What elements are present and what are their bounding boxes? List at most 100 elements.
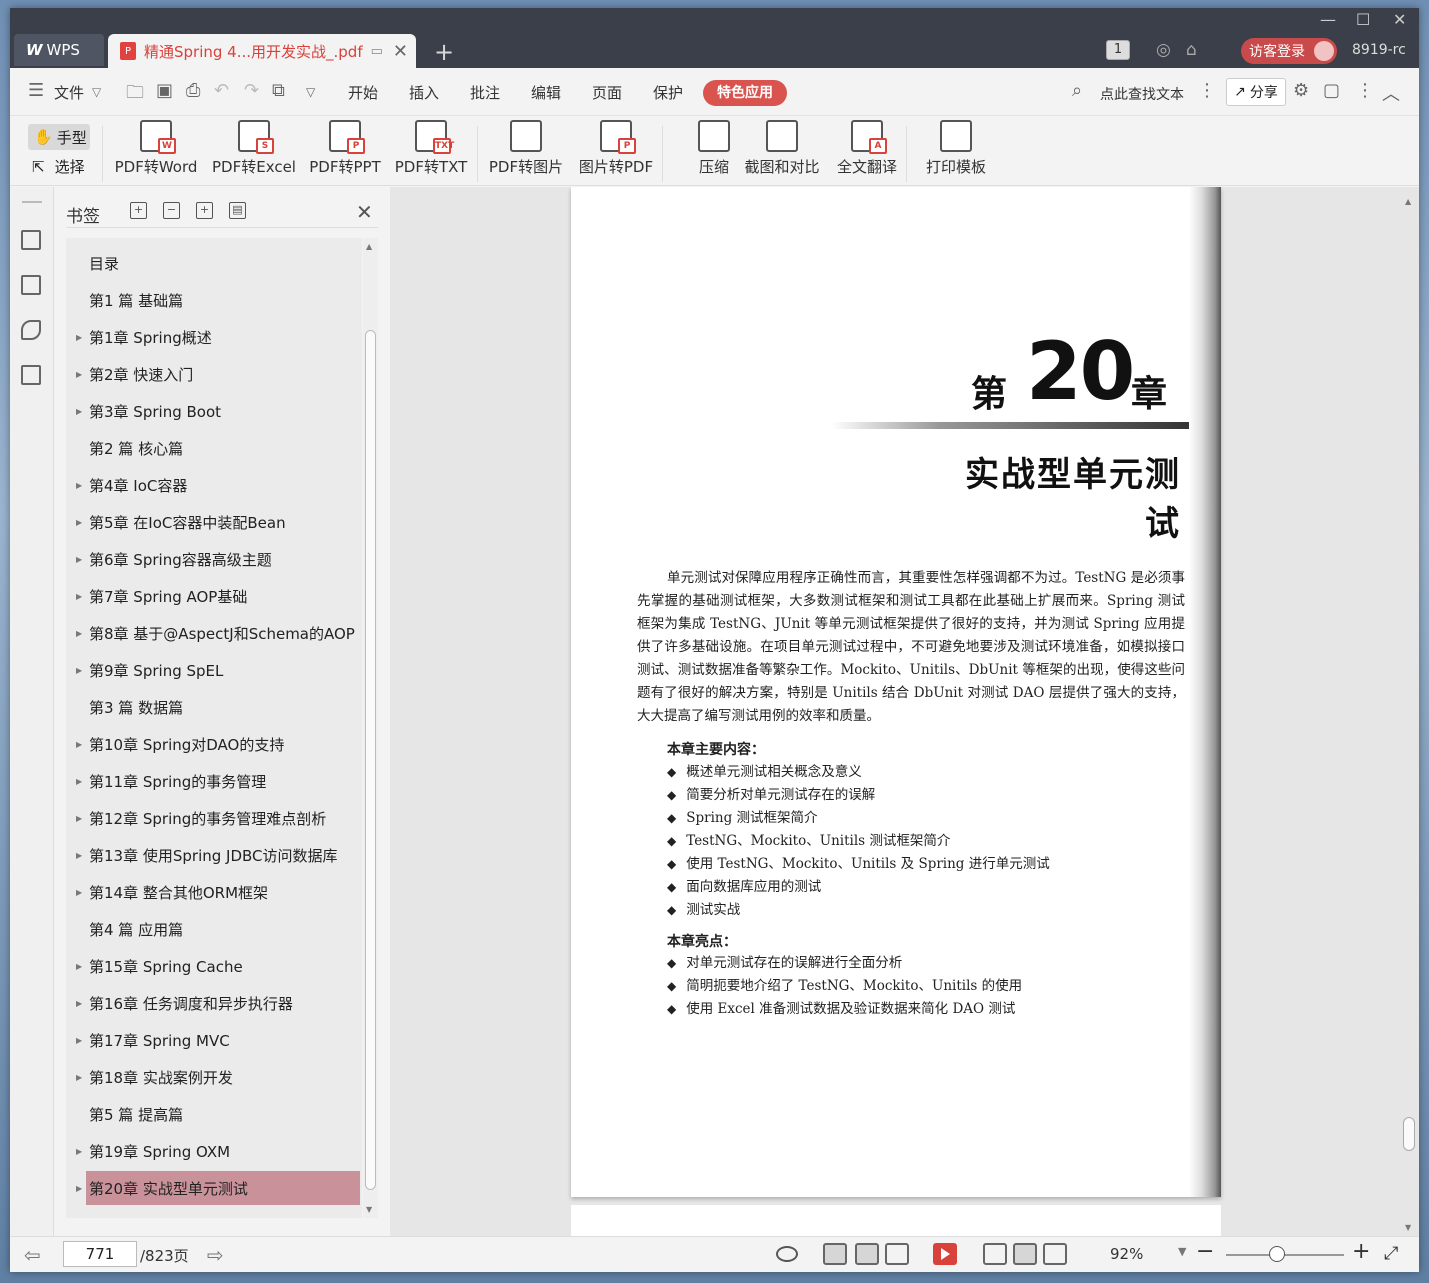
- file-menu[interactable]: 文件: [54, 82, 84, 103]
- zoom-slider-knob[interactable]: [1269, 1246, 1285, 1262]
- bookmark-item[interactable]: 第3 篇 数据篇: [86, 690, 360, 724]
- settings-icon[interactable]: ⚙: [1293, 80, 1309, 101]
- save-icon[interactable]: ▣: [156, 80, 173, 101]
- expand-arrow-icon[interactable]: ▶: [76, 851, 82, 860]
- expand-arrow-icon[interactable]: ▶: [76, 777, 82, 786]
- minimize-icon[interactable]: —: [1320, 10, 1336, 29]
- pdf-to-image-button[interactable]: PDF转图片: [486, 120, 566, 177]
- pdf-to-txt-button[interactable]: TXT PDF转TXT: [394, 120, 468, 177]
- doc-scroll-down-icon[interactable]: ▼: [1405, 1223, 1411, 1232]
- close-window-icon[interactable]: ✕: [1393, 10, 1406, 29]
- bookmark-item[interactable]: 第1 篇 基础篇: [86, 283, 360, 317]
- screenshot-compare-button[interactable]: 截图和对比: [742, 120, 822, 177]
- expand-arrow-icon[interactable]: ▶: [76, 592, 82, 601]
- play-icon[interactable]: [933, 1243, 957, 1265]
- shirt-icon[interactable]: ⌂: [1186, 40, 1197, 60]
- skin-icon[interactable]: ◎: [1156, 40, 1171, 60]
- expand-arrow-icon[interactable]: ▶: [76, 370, 82, 379]
- search-icon[interactable]: ⌕: [1072, 80, 1082, 101]
- close-tab-icon[interactable]: ✕: [393, 41, 408, 62]
- expand-all-icon[interactable]: +: [130, 202, 147, 219]
- compress-button[interactable]: 压缩: [690, 120, 738, 177]
- expand-arrow-icon[interactable]: ▶: [76, 1073, 82, 1082]
- expand-arrow-icon[interactable]: ▶: [76, 888, 82, 897]
- pdf-to-excel-button[interactable]: S PDF转Excel: [212, 120, 296, 177]
- actual-size-icon[interactable]: [983, 1243, 1007, 1265]
- bookmark-item[interactable]: 第5 篇 提高篇: [86, 1097, 360, 1131]
- print-icon[interactable]: ⎙: [186, 80, 200, 101]
- bookmark-item[interactable]: ▶ 第10章 Spring对DAO的支持: [76, 727, 360, 761]
- menu-special-apps[interactable]: 特色应用: [703, 80, 787, 106]
- window-count-badge[interactable]: 1: [1106, 40, 1130, 60]
- wps-home-tab[interactable]: W WPS: [14, 34, 104, 66]
- signature-icon[interactable]: [21, 365, 41, 385]
- scroll-up-icon[interactable]: ▲: [366, 242, 372, 251]
- fit-page-icon[interactable]: [1013, 1243, 1037, 1265]
- expand-arrow-icon[interactable]: ▶: [76, 481, 82, 490]
- zoom-in-icon[interactable]: +: [1352, 1239, 1370, 1264]
- quick-access-dropdown-icon[interactable]: ▽: [306, 85, 315, 99]
- bookmark-item[interactable]: ▶ 第19章 Spring OXM: [76, 1134, 360, 1168]
- select-tool-button[interactable]: ⇱ 选择: [32, 156, 85, 177]
- menu-insert[interactable]: 插入: [409, 82, 439, 103]
- collapse-ribbon-icon[interactable]: ︿: [1382, 80, 1400, 106]
- menu-annotate[interactable]: 批注: [470, 82, 500, 103]
- bookmark-item[interactable]: ▶ 第15章 Spring Cache: [76, 949, 360, 983]
- export-icon[interactable]: ⧉: [272, 80, 285, 101]
- close-panel-icon[interactable]: ✕: [356, 200, 373, 224]
- file-dropdown-icon[interactable]: ▽: [92, 85, 101, 99]
- bookmark-item[interactable]: ▶ 第17章 Spring MVC: [76, 1023, 360, 1057]
- expand-arrow-icon[interactable]: ▶: [76, 333, 82, 342]
- share-button[interactable]: ↗ 分享: [1226, 78, 1286, 106]
- zoom-dropdown-icon[interactable]: ▼: [1178, 1245, 1186, 1258]
- image-to-pdf-button[interactable]: P 图片转PDF: [576, 120, 656, 177]
- expand-arrow-icon[interactable]: ▶: [76, 1036, 82, 1045]
- bookmark-item[interactable]: ▶ 第13章 使用Spring JDBC访问数据库: [76, 838, 360, 872]
- bookmark-item[interactable]: 目录: [86, 246, 360, 280]
- single-page-icon[interactable]: [855, 1243, 879, 1265]
- guest-login-button[interactable]: 访客登录: [1241, 38, 1337, 64]
- scrollbar-thumb[interactable]: [365, 330, 376, 1190]
- bookmark-scrollbar[interactable]: ▲ ▼: [363, 238, 378, 1218]
- bookmark-options-icon[interactable]: ▤: [229, 202, 246, 219]
- more-options-icon[interactable]: ⋮: [1356, 80, 1374, 101]
- page-number-input[interactable]: [63, 1241, 137, 1267]
- bookmark-item[interactable]: ▶ 第11章 Spring的事务管理: [76, 764, 360, 798]
- add-bookmark-icon[interactable]: +: [196, 202, 213, 219]
- bookmark-item[interactable]: ▶ 第2章 快速入门: [76, 357, 360, 391]
- zoom-out-icon[interactable]: −: [1196, 1239, 1214, 1264]
- expand-arrow-icon[interactable]: ▶: [76, 555, 82, 564]
- double-page-icon[interactable]: [885, 1243, 909, 1265]
- pdf-to-ppt-button[interactable]: P PDF转PPT: [308, 120, 382, 177]
- bookmark-item[interactable]: ▶ 第6章 Spring容器高级主题: [76, 542, 360, 576]
- fit-width-icon[interactable]: [1043, 1243, 1067, 1265]
- doc-scrollbar-thumb[interactable]: [1403, 1117, 1415, 1151]
- bookmark-item[interactable]: 第4 篇 应用篇: [86, 912, 360, 946]
- comment-icon[interactable]: ▢: [1323, 80, 1340, 101]
- expand-arrow-icon[interactable]: ▶: [76, 962, 82, 971]
- zoom-level[interactable]: 92%: [1110, 1245, 1143, 1263]
- doc-scroll-up-icon[interactable]: ▲: [1405, 197, 1411, 206]
- bookmark-item[interactable]: 第2 篇 核心篇: [86, 431, 360, 465]
- bookmark-item[interactable]: ▶ 第3章 Spring Boot: [76, 394, 360, 428]
- hamburger-menu-icon[interactable]: ☰: [28, 80, 44, 101]
- expand-arrow-icon[interactable]: ▶: [76, 740, 82, 749]
- more-search-icon[interactable]: ⋮: [1198, 80, 1216, 101]
- document-view[interactable]: 第 20 章 实战型单元测试 单元测试对保障应用程序正确性而言，其重要性怎样强调…: [390, 187, 1419, 1236]
- menu-page[interactable]: 页面: [592, 82, 622, 103]
- expand-arrow-icon[interactable]: ▶: [76, 999, 82, 1008]
- full-translate-button[interactable]: A 全文翻译: [834, 120, 900, 177]
- eye-protection-icon[interactable]: [776, 1246, 798, 1262]
- next-page-icon[interactable]: ⇨: [207, 1243, 224, 1267]
- hand-tool-button[interactable]: ✋ 手型: [28, 124, 90, 150]
- collapse-all-icon[interactable]: −: [163, 202, 180, 219]
- expand-arrow-icon[interactable]: ▶: [76, 1147, 82, 1156]
- bookmark-item[interactable]: ▶ 第12章 Spring的事务管理难点剖析: [76, 801, 360, 835]
- new-tab-icon[interactable]: +: [434, 38, 454, 66]
- zoom-slider-track[interactable]: [1226, 1254, 1344, 1256]
- bookmark-item[interactable]: ▶ 第16章 任务调度和异步执行器: [76, 986, 360, 1020]
- expand-arrow-icon[interactable]: ▶: [76, 666, 82, 675]
- menu-start[interactable]: 开始: [348, 82, 378, 103]
- expand-arrow-icon[interactable]: ▶: [76, 814, 82, 823]
- bookmark-item[interactable]: ▶ 第18章 实战案例开发: [76, 1060, 360, 1094]
